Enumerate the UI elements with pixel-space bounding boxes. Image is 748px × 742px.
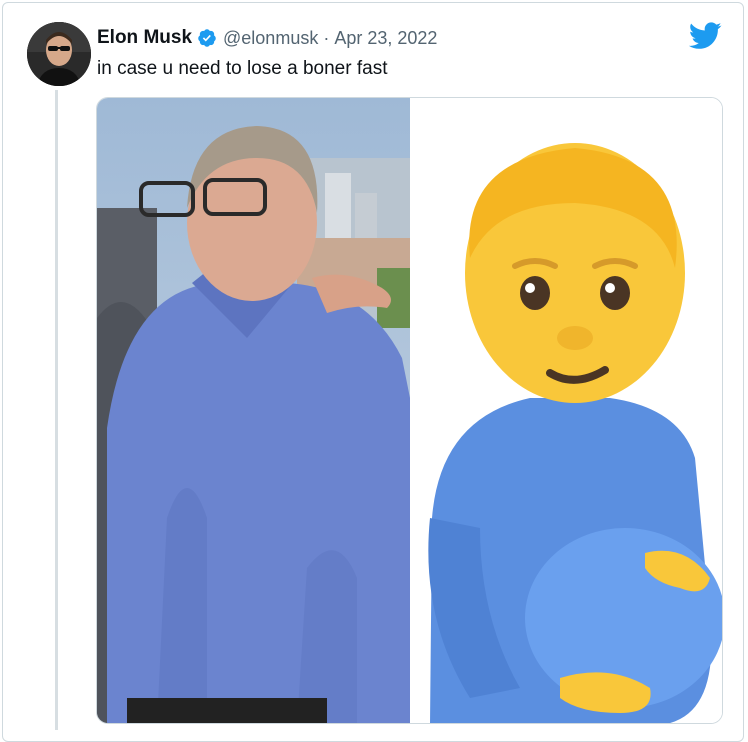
tweet-header: Elon Musk @elonmusk · Apr 23, 2022 [97,27,437,49]
tweet-date[interactable]: Apr 23, 2022 [334,28,437,49]
author-avatar[interactable] [27,22,91,86]
tweet-text: in case u need to lose a boner fast [97,58,388,79]
twitter-bird-icon[interactable] [689,22,722,50]
thread-line [55,90,58,730]
meta-separator: · [323,27,330,48]
tweet-media[interactable] [96,97,723,724]
verified-badge-icon [198,29,216,47]
author-handle[interactable]: @elonmusk [223,28,318,49]
media-photo-right [410,98,722,723]
media-photo-left [97,98,410,723]
author-name[interactable]: Elon Musk [97,27,192,49]
